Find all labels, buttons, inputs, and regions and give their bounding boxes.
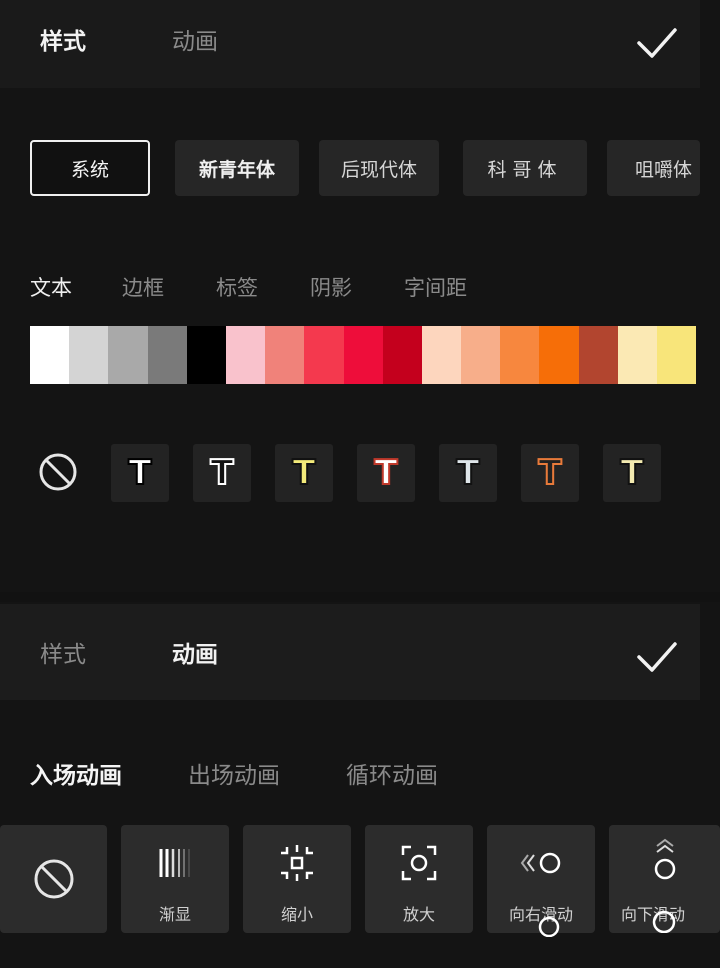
- anim-item-slide-right[interactable]: 向右滑动: [487, 825, 595, 937]
- color-swatch[interactable]: [421, 326, 462, 384]
- style-panel-header: 样式 动画: [0, 0, 700, 88]
- subtab-letter-spacing[interactable]: 字间距: [404, 272, 467, 302]
- text-style-glyph: T: [455, 453, 480, 493]
- color-swatch[interactable]: [539, 326, 579, 384]
- text-style-glyph: T: [127, 453, 152, 493]
- anim-item-label: 放大: [402, 905, 435, 924]
- no-style-icon[interactable]: [38, 452, 78, 492]
- color-swatch[interactable]: [225, 326, 266, 384]
- text-style-glyph: T: [291, 453, 316, 493]
- shrink-icon: [281, 845, 313, 881]
- text-style-preset[interactable]: T: [275, 444, 333, 502]
- subtab-label[interactable]: 标签: [216, 272, 258, 302]
- text-style-preset[interactable]: T: [111, 444, 169, 502]
- color-swatch[interactable]: [108, 326, 148, 384]
- anim-item-label: 缩小: [280, 905, 313, 924]
- text-style-glyph: T: [537, 453, 562, 493]
- animation-panel-header: 样式 动画: [0, 604, 700, 700]
- color-swatch[interactable]: [382, 326, 422, 384]
- font-option-jujue[interactable]: 咀嚼体: [607, 140, 700, 196]
- subtab-text[interactable]: 文本: [30, 272, 72, 302]
- color-palette: [30, 326, 697, 384]
- text-style-preset[interactable]: T: [193, 444, 251, 502]
- anim-item-shrink[interactable]: 缩小: [243, 825, 351, 933]
- color-swatch[interactable]: [461, 326, 501, 384]
- none-icon: [34, 859, 73, 899]
- font-option-kege[interactable]: 科哥体: [463, 140, 587, 196]
- confirm-check-icon[interactable]: [634, 20, 680, 66]
- font-option-houxiandai[interactable]: 后现代体: [319, 140, 439, 196]
- text-style-preset[interactable]: T: [603, 444, 661, 502]
- fade-icon: [159, 849, 190, 877]
- subtab-shadow[interactable]: 阴影: [310, 272, 352, 302]
- tab-animation[interactable]: 动画: [172, 31, 218, 54]
- tab-style[interactable]: 样式: [40, 644, 86, 667]
- anim-item-label: 渐显: [158, 905, 191, 924]
- subtab-loop-animation[interactable]: 循环动画: [346, 756, 438, 790]
- tab-animation[interactable]: 动画: [172, 644, 218, 667]
- circle-icon: [538, 916, 560, 937]
- color-swatch[interactable]: [30, 326, 70, 384]
- anim-item-none[interactable]: [0, 825, 107, 933]
- font-option-xinqingnian[interactable]: 新青年体: [175, 140, 299, 196]
- slide-down-icon: [654, 838, 675, 880]
- color-swatch[interactable]: [147, 326, 187, 384]
- color-swatch[interactable]: [186, 326, 226, 384]
- text-style-preset[interactable]: T: [357, 444, 415, 502]
- color-swatch[interactable]: [657, 326, 697, 384]
- circle-icon: [652, 910, 676, 933]
- color-swatch[interactable]: [500, 326, 540, 384]
- tab-style[interactable]: 样式: [40, 31, 86, 54]
- subtab-out-animation[interactable]: 出场动画: [188, 756, 280, 790]
- color-swatch[interactable]: [343, 326, 383, 384]
- color-swatch[interactable]: [265, 326, 305, 384]
- subtab-border[interactable]: 边框: [122, 272, 164, 302]
- color-swatch[interactable]: [578, 326, 618, 384]
- anim-item-zoom-in[interactable]: 放大: [365, 825, 473, 933]
- anim-item-slide-down[interactable]: 向下滑动: [609, 825, 720, 933]
- text-style-preset[interactable]: T: [439, 444, 497, 502]
- text-style-preset[interactable]: T: [521, 444, 579, 502]
- zoom-in-icon: [401, 845, 437, 881]
- text-style-glyph: T: [373, 453, 398, 493]
- confirm-check-icon[interactable]: [634, 634, 680, 680]
- color-swatch[interactable]: [617, 326, 657, 384]
- text-style-glyph: T: [209, 453, 234, 493]
- style-panel: 样式 动画 系统 新青年体 后现代体 科哥体 咀嚼体 文本 边框 标签 阴影 字…: [0, 0, 720, 592]
- color-swatch[interactable]: [304, 326, 344, 384]
- slide-right-icon: [520, 852, 561, 874]
- subtab-in-animation[interactable]: 入场动画: [30, 756, 122, 790]
- font-option-system[interactable]: 系统: [30, 140, 150, 196]
- color-swatch[interactable]: [69, 326, 109, 384]
- anim-item-fade[interactable]: 渐显: [121, 825, 229, 933]
- text-style-glyph: T: [619, 453, 644, 493]
